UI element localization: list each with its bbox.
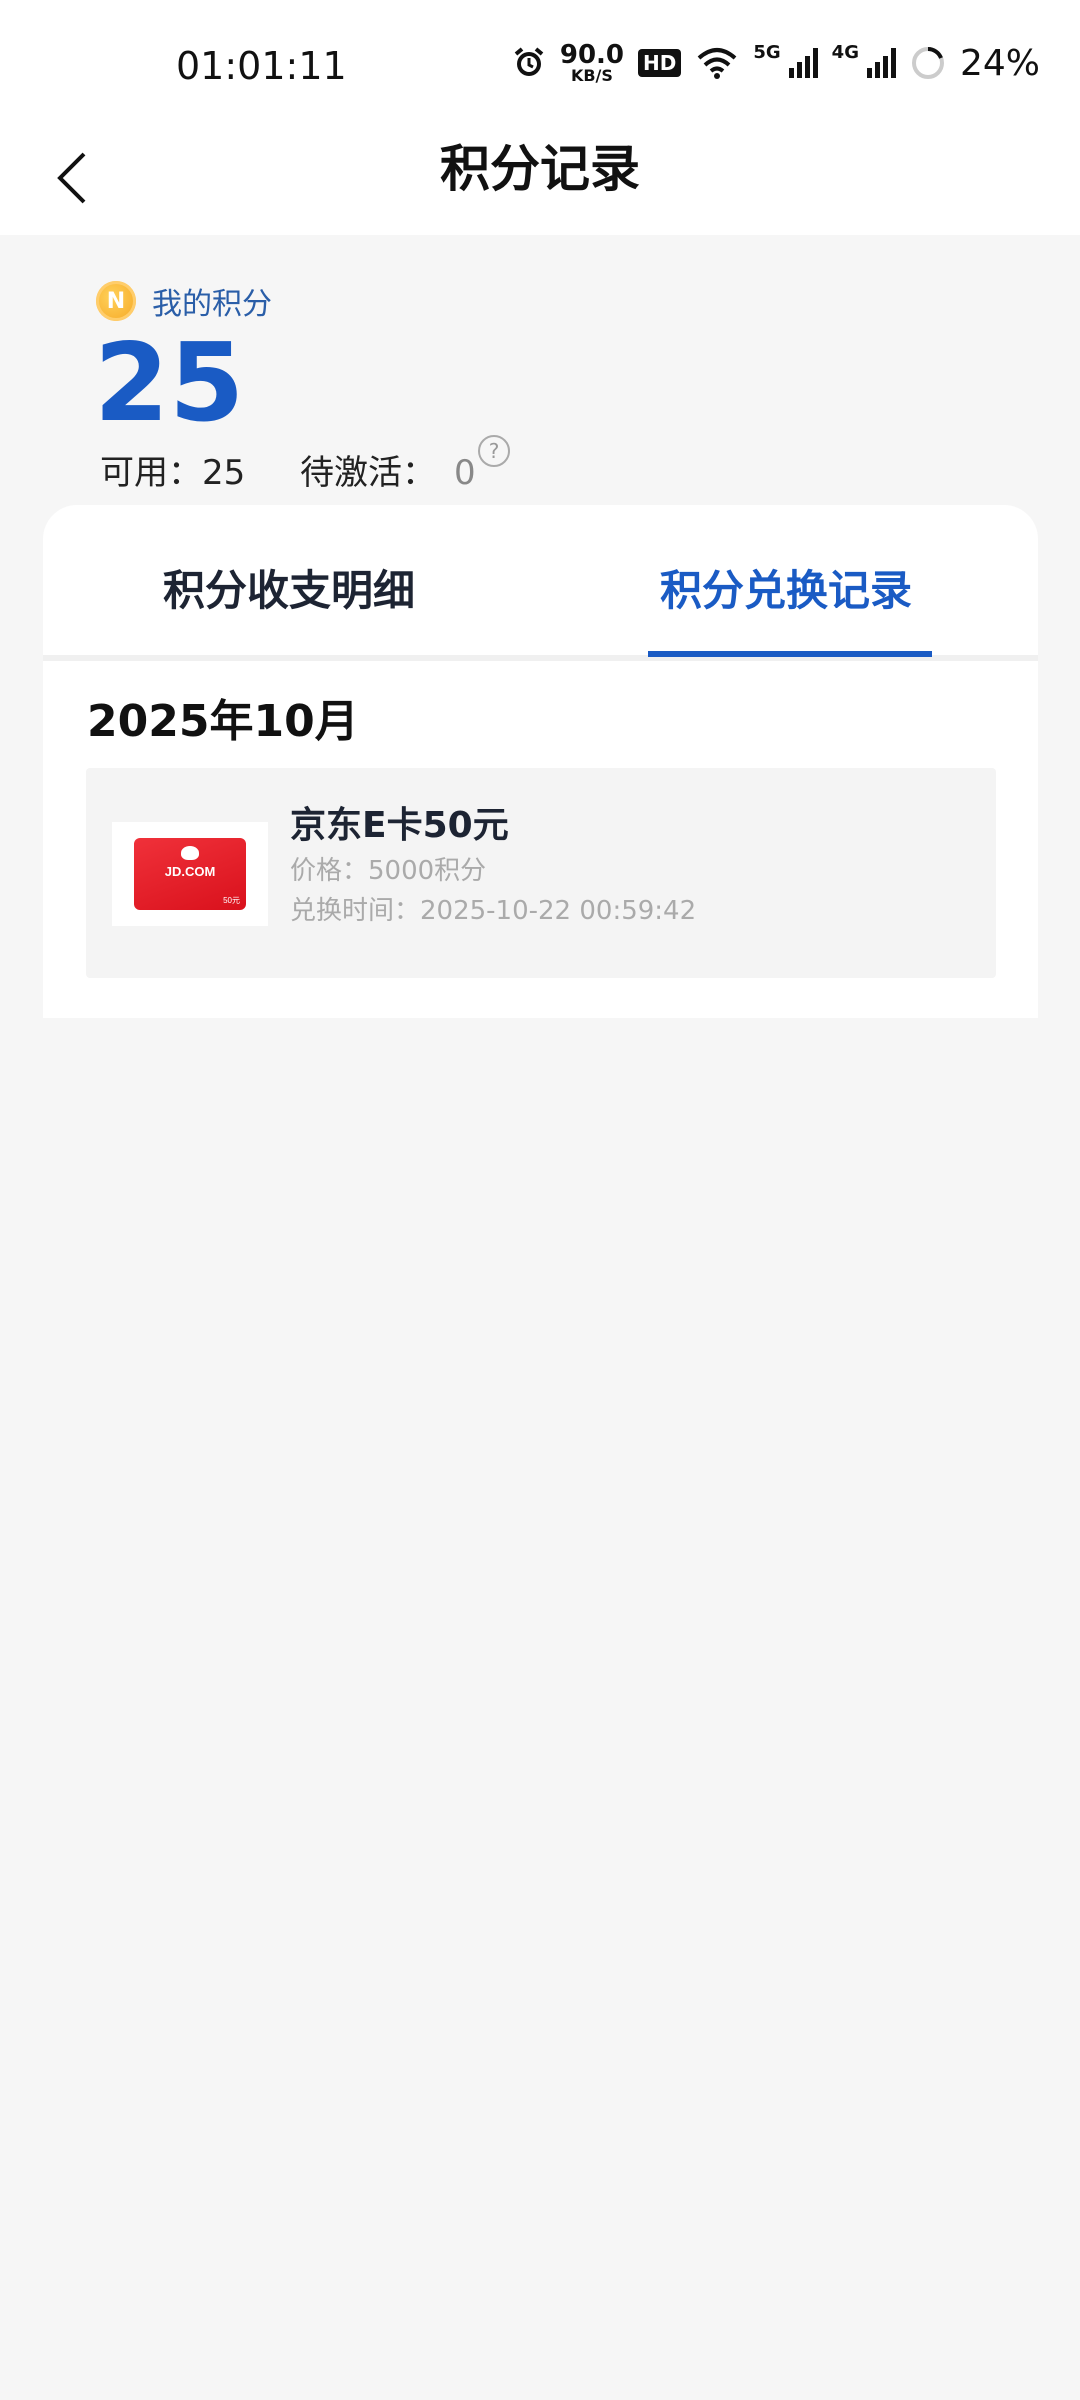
hd-icon: HD <box>638 49 682 77</box>
net-speed: 90.0 KB/S <box>560 42 624 84</box>
tab-bar: 积分收支明细 积分兑换记录 <box>43 505 1038 661</box>
list-item[interactable]: JD.COM 50元 京东E卡50元 价格：5000积分 兑换时间：2025-1… <box>86 768 996 978</box>
tab-points-details[interactable]: 积分收支明细 <box>163 557 415 618</box>
jd-card-value-text: 50元 <box>223 896 240 905</box>
points-value: 25 <box>94 321 245 446</box>
signal-5g-icon <box>788 48 818 78</box>
pending-value: 0 <box>454 453 476 493</box>
month-header: 2025年10月 <box>87 696 359 747</box>
points-summary: N 我的积分 25 可用：25 待激活： 0 ? <box>0 235 1080 505</box>
records-card: 积分收支明细 积分兑换记录 2025年10月 JD.COM 50元 京东E卡50… <box>43 505 1038 1018</box>
net-speed-unit: KB/S <box>570 66 613 85</box>
status-icons: 90.0 KB/S HD 5G 4G 24% <box>512 42 1040 84</box>
help-icon[interactable]: ? <box>478 435 510 467</box>
tab-exchange-records[interactable]: 积分兑换记录 <box>660 557 912 618</box>
item-exchange-time: 兑换时间：2025-10-22 00:59:42 <box>290 896 697 926</box>
page-title: 积分记录 <box>440 140 640 198</box>
my-points-label: 我的积分 <box>152 287 272 322</box>
pending-label: 待激活： <box>300 453 436 493</box>
net-speed-value: 90.0 <box>559 40 625 70</box>
jd-logo-text: JD.COM <box>164 864 216 879</box>
status-time: 01:01:11 <box>176 44 347 88</box>
status-bar: 01:01:11 90.0 KB/S HD 5G 4G 24% <box>0 0 1080 130</box>
wifi-icon <box>695 46 739 80</box>
nav-bar: 积分记录 <box>0 130 1080 235</box>
available-points: 可用：25 <box>100 453 246 493</box>
product-thumbnail: JD.COM 50元 <box>112 822 268 926</box>
signal-4g-label: 4G <box>831 42 859 63</box>
active-tab-indicator <box>648 651 932 657</box>
jd-card-image: JD.COM 50元 <box>134 838 246 910</box>
jd-mascot-icon <box>181 846 199 860</box>
item-price: 价格：5000积分 <box>290 856 487 886</box>
battery-ring-icon <box>910 45 946 81</box>
item-title: 京东E卡50元 <box>290 805 509 846</box>
pending-points: 待激活： 0 <box>300 445 476 494</box>
alarm-icon <box>512 46 546 80</box>
battery-percent: 24% <box>959 42 1040 84</box>
signal-4g-icon <box>866 48 896 78</box>
signal-5g-label: 5G <box>753 42 781 63</box>
coin-icon: N <box>96 281 136 321</box>
